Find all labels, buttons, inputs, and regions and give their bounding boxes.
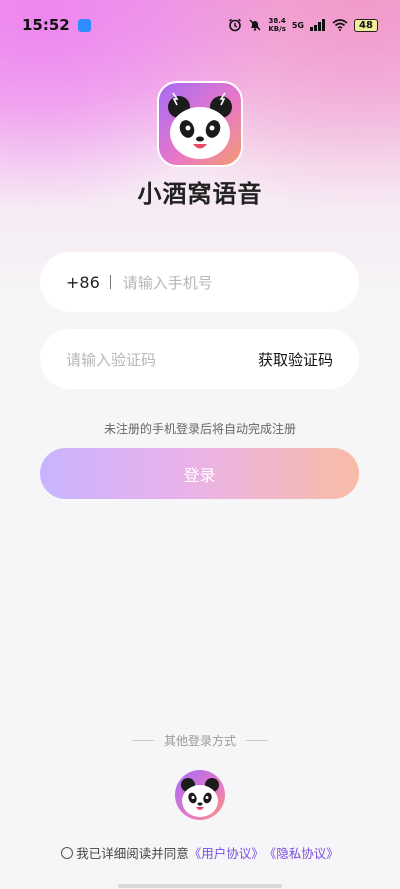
country-code[interactable]: +86 [66, 273, 100, 292]
privacy-policy-link[interactable]: 《隐私协议》 [264, 843, 339, 862]
login-button[interactable]: 登录 [40, 448, 359, 499]
login-button-label: 登录 [183, 465, 216, 485]
signal-icon [310, 19, 325, 31]
verification-code-field[interactable]: 请输入验证码 获取验证码 [40, 329, 359, 389]
get-code-button[interactable]: 获取验证码 [258, 349, 333, 370]
quick-login-button[interactable] [175, 770, 225, 820]
app-logo [157, 81, 243, 167]
panda-avatar-icon [181, 778, 219, 817]
wifi-icon [332, 19, 348, 31]
phone-input-field[interactable]: +86 请输入手机号 [40, 252, 359, 312]
notification-app-icon [77, 18, 91, 32]
divider-line [246, 740, 268, 741]
other-login-divider: 其他登录方式 [0, 732, 400, 749]
divider-line [131, 740, 154, 741]
phone-placeholder: 请输入手机号 [122, 273, 213, 292]
status-time: 15:52 [22, 16, 70, 34]
alarm-icon [229, 18, 242, 32]
network-speed: 38.4 KB/s [268, 17, 285, 33]
status-bar: 15:52 38.4 KB/s 5G 48 [0, 0, 400, 50]
battery-indicator: 48 [354, 18, 378, 32]
app-name: 小酒窝语音 [137, 180, 263, 208]
network-speed-value: 38.4 [268, 17, 286, 25]
network-speed-unit: KB/s [268, 25, 286, 33]
agreement-checkbox[interactable] [61, 846, 74, 859]
agreement-prefix: 我已详细阅读并同意 [76, 846, 189, 861]
input-divider [109, 275, 111, 289]
agreement-row: 我已详细阅读并同意 《用户协议》 《隐私协议》 [0, 843, 400, 862]
code-placeholder: 请输入验证码 [66, 350, 157, 369]
home-indicator[interactable] [118, 884, 282, 888]
register-notice: 未注册的手机登录后将自动完成注册 [103, 422, 296, 436]
user-agreement-link[interactable]: 《用户协议》 [189, 843, 264, 862]
network-type: 5G [291, 20, 304, 30]
mute-bell-icon [249, 19, 261, 31]
panda-logo-icon [168, 92, 232, 159]
other-login-title: 其他登录方式 [163, 734, 236, 748]
